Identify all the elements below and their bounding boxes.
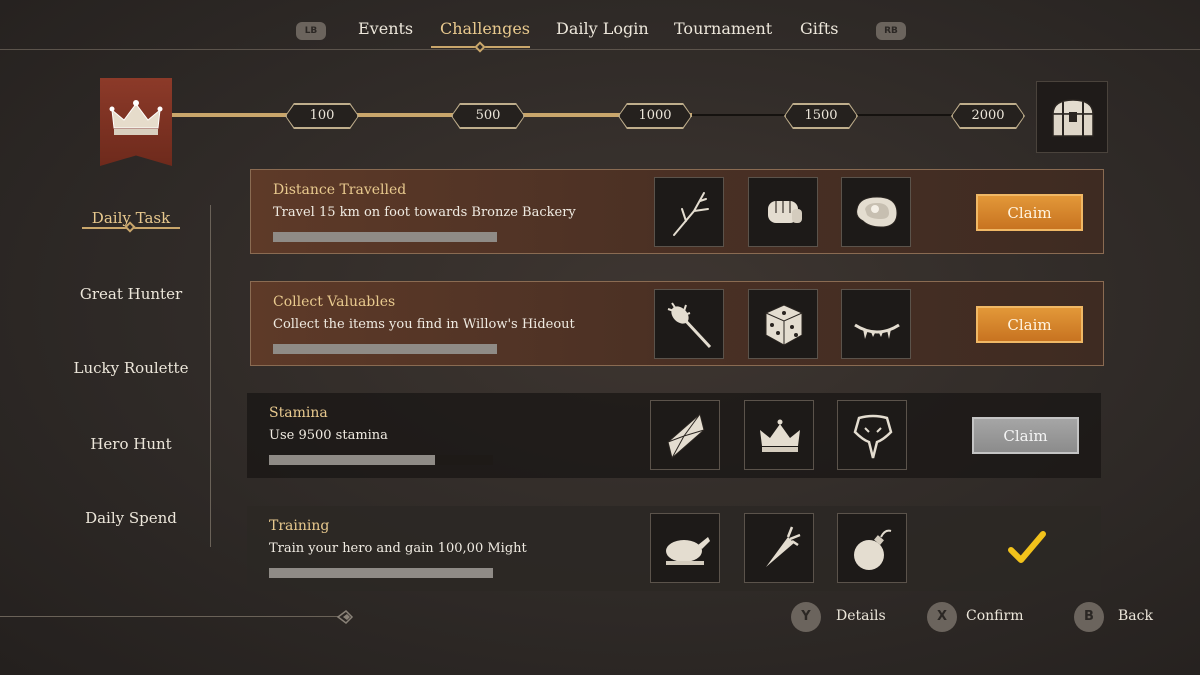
claim-button[interactable]: Claim bbox=[976, 194, 1083, 231]
hint-details-label[interactable]: Details bbox=[836, 608, 886, 624]
task-title: Stamina bbox=[269, 405, 328, 421]
sidebar-item-lucky-roulette[interactable]: Lucky Roulette bbox=[60, 359, 202, 377]
mace-icon bbox=[667, 302, 712, 349]
reward-slot[interactable] bbox=[654, 177, 724, 247]
task-description: Train your hero and gain 100,00 Might bbox=[269, 541, 527, 556]
checkmark-icon bbox=[1008, 531, 1046, 563]
bottom-divider bbox=[0, 616, 338, 617]
task-progress-bar bbox=[273, 344, 497, 354]
task-description: Travel 15 km on foot towards Bronze Back… bbox=[273, 205, 576, 220]
tab-tournament[interactable]: Tournament bbox=[674, 19, 772, 38]
reward-slot[interactable] bbox=[837, 400, 907, 470]
reward-slot[interactable] bbox=[654, 289, 724, 359]
task-progress-fill bbox=[269, 568, 493, 578]
hint-back-label[interactable]: Back bbox=[1118, 608, 1153, 624]
task-card-training[interactable]: Training Train your hero and gain 100,00… bbox=[247, 506, 1101, 591]
sidebar-item-hero-hunt[interactable]: Hero Hunt bbox=[60, 435, 202, 453]
task-description: Use 9500 stamina bbox=[269, 428, 388, 443]
dice-icon bbox=[765, 304, 803, 346]
claim-button-disabled[interactable]: Claim bbox=[972, 417, 1079, 454]
task-progress-fill bbox=[269, 455, 435, 465]
active-tab-diamond-icon bbox=[474, 41, 486, 53]
task-progress-bar bbox=[273, 232, 497, 242]
task-title: Distance Travelled bbox=[273, 182, 407, 198]
serpent-icon bbox=[853, 414, 893, 459]
reward-slot[interactable] bbox=[650, 400, 720, 470]
milestone-1500: 1500 bbox=[785, 104, 857, 128]
crown-banner bbox=[100, 78, 172, 166]
task-card-collect-valuables[interactable]: Collect Valuables Collect the items you … bbox=[250, 281, 1104, 366]
tab-daily-login[interactable]: Daily Login bbox=[556, 19, 649, 38]
fist-icon bbox=[768, 201, 802, 223]
milestone-2000: 2000 bbox=[952, 104, 1024, 128]
reward-slot[interactable] bbox=[744, 513, 814, 583]
reward-slot[interactable] bbox=[650, 513, 720, 583]
sidebar-item-daily-spend[interactable]: Daily Spend bbox=[60, 509, 202, 527]
task-description: Collect the items you find in Willow's H… bbox=[273, 317, 575, 332]
roast-chicken-icon bbox=[666, 537, 710, 565]
arrow-right-icon bbox=[336, 610, 354, 624]
sidebar-item-great-hunter[interactable]: Great Hunter bbox=[60, 285, 202, 303]
reward-slot[interactable] bbox=[748, 289, 818, 359]
task-progress-bar bbox=[269, 455, 493, 465]
x-button-icon[interactable]: X bbox=[927, 602, 957, 632]
task-progress-bar bbox=[269, 568, 493, 578]
tab-challenges[interactable]: Challenges bbox=[440, 19, 530, 38]
task-title: Training bbox=[269, 518, 330, 534]
progress-track-filled bbox=[172, 113, 692, 117]
steak-icon bbox=[856, 196, 898, 228]
milestone-100: 100 bbox=[286, 104, 358, 128]
fangs-icon bbox=[854, 323, 900, 339]
milestone-500: 500 bbox=[452, 104, 524, 128]
task-progress-fill bbox=[273, 232, 497, 242]
bomb-icon bbox=[854, 529, 892, 570]
reward-slot[interactable] bbox=[841, 177, 911, 247]
tab-gifts[interactable]: Gifts bbox=[800, 19, 838, 38]
branch-icon bbox=[673, 192, 709, 236]
crown-icon bbox=[760, 419, 800, 452]
reward-slot[interactable] bbox=[841, 289, 911, 359]
carrot-icon bbox=[766, 526, 801, 567]
task-progress-fill bbox=[273, 344, 497, 354]
tab-events[interactable]: Events bbox=[358, 19, 413, 38]
sidebar-divider bbox=[210, 205, 211, 547]
claim-button[interactable]: Claim bbox=[976, 306, 1083, 343]
lb-bumper-icon[interactable]: LB bbox=[296, 22, 326, 40]
y-button-icon[interactable]: Y bbox=[791, 602, 821, 632]
hint-confirm-label[interactable]: Confirm bbox=[966, 608, 1023, 624]
reward-chest[interactable] bbox=[1036, 81, 1108, 153]
reward-slot[interactable] bbox=[744, 400, 814, 470]
rb-bumper-icon[interactable]: RB bbox=[876, 22, 906, 40]
crystal-icon bbox=[667, 413, 705, 459]
top-navigation: LB Events Challenges Daily Login Tournam… bbox=[0, 0, 1200, 53]
reward-slot[interactable] bbox=[748, 177, 818, 247]
b-button-icon[interactable]: B bbox=[1074, 602, 1104, 632]
milestone-1000: 1000 bbox=[619, 104, 691, 128]
crown-icon bbox=[109, 100, 163, 135]
task-card-distance-travelled[interactable]: Distance Travelled Travel 15 km on foot … bbox=[250, 169, 1104, 254]
task-title: Collect Valuables bbox=[273, 294, 396, 310]
treasure-chest-icon bbox=[1052, 99, 1094, 137]
reward-slot[interactable] bbox=[837, 513, 907, 583]
task-card-stamina[interactable]: Stamina Use 9500 stamina Claim bbox=[247, 393, 1101, 478]
